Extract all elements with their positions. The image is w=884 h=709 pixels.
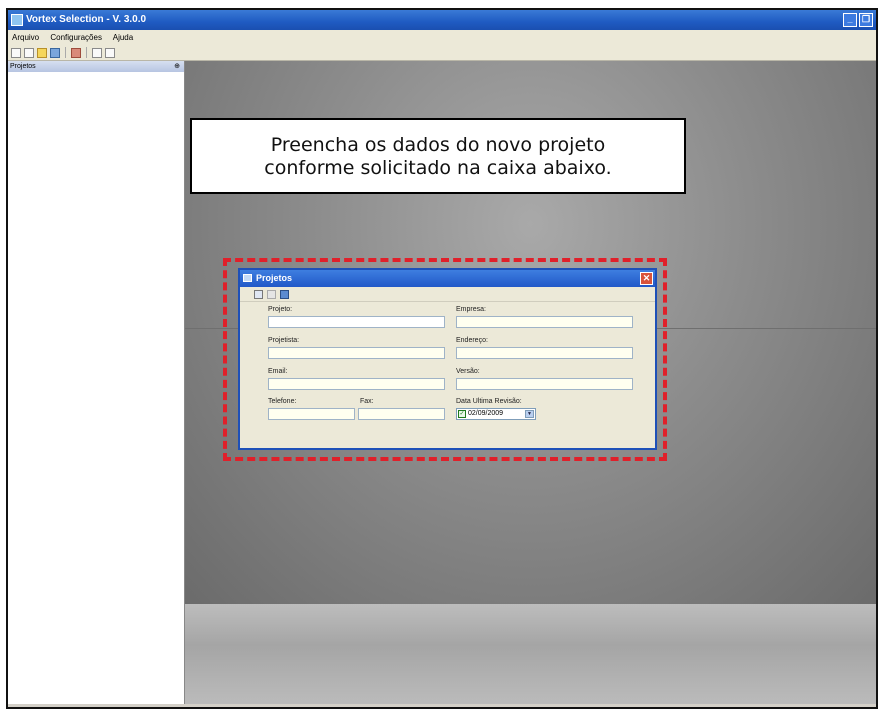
window-controls: _ ❐ bbox=[843, 13, 873, 27]
new-icon[interactable] bbox=[11, 47, 21, 58]
toolbar-separator bbox=[65, 47, 66, 58]
projects-panel-header: Projetos ⊕ bbox=[8, 61, 184, 72]
status-bar bbox=[8, 704, 876, 707]
save-icon[interactable] bbox=[50, 47, 60, 58]
menu-ajuda[interactable]: Ajuda bbox=[113, 33, 133, 42]
projects-panel: Projetos ⊕ bbox=[8, 61, 185, 707]
window-titlebar: Vortex Selection - V. 3.0.0 _ ❐ bbox=[8, 10, 876, 30]
list-icon[interactable] bbox=[24, 47, 34, 58]
export-icon[interactable] bbox=[92, 47, 102, 58]
window-title: Vortex Selection - V. 3.0.0 bbox=[26, 14, 147, 25]
print-icon[interactable] bbox=[71, 47, 81, 58]
highlight-dashed-box bbox=[223, 258, 667, 461]
callout-line-1: Preencha os dados do novo projeto bbox=[270, 134, 606, 156]
menu-configuracoes[interactable]: Configurações bbox=[50, 33, 102, 42]
instruction-callout: Preencha os dados do novo projeto confor… bbox=[190, 118, 686, 194]
toolbar-separator bbox=[86, 47, 87, 58]
callout-line-2: conforme solicitado na caixa abaixo. bbox=[264, 157, 612, 179]
pin-icon[interactable]: ⊕ bbox=[174, 61, 180, 72]
app-icon bbox=[11, 14, 23, 26]
restore-icon[interactable]: ❐ bbox=[859, 13, 873, 27]
main-toolbar bbox=[8, 45, 876, 61]
open-icon[interactable] bbox=[37, 47, 47, 58]
projects-panel-title: Projetos bbox=[10, 63, 36, 70]
delete-icon[interactable] bbox=[105, 47, 115, 58]
workspace-bottom-area bbox=[185, 604, 876, 707]
menu-bar: Arquivo Configurações Ajuda bbox=[8, 30, 876, 45]
menu-arquivo[interactable]: Arquivo bbox=[12, 33, 39, 42]
minimize-icon[interactable]: _ bbox=[843, 13, 857, 27]
